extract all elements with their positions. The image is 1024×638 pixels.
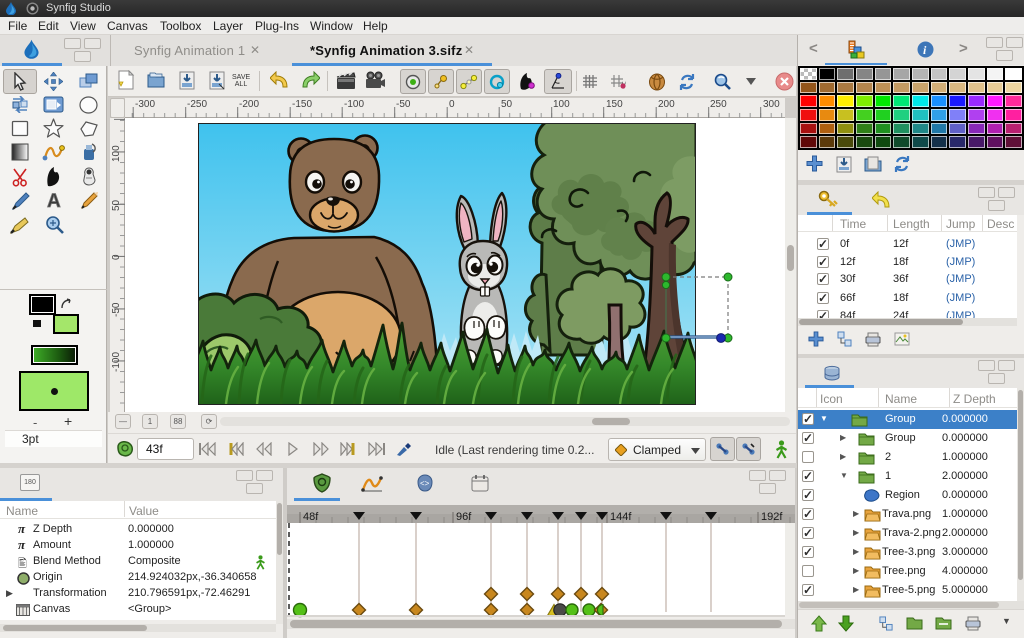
svg-text:<>: <> (420, 479, 430, 488)
svg-text:A: A (47, 191, 61, 210)
svg-text:48f: 48f (303, 511, 319, 523)
svg-text:144f: 144f (610, 511, 632, 523)
svg-text:192f: 192f (761, 511, 783, 523)
svg-text:96f: 96f (456, 511, 472, 523)
